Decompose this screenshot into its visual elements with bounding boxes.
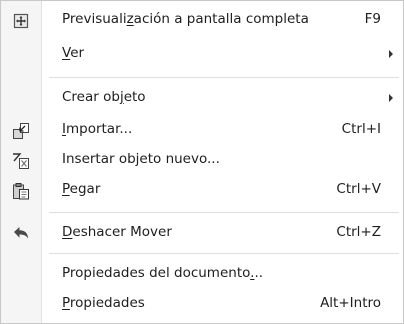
menu-item-label: Deshacer Mover	[62, 224, 172, 240]
insert-object-icon	[11, 151, 31, 171]
menu-item-view[interactable]: Ver	[1, 39, 403, 69]
submenu-arrow-icon	[389, 94, 393, 102]
context-menu: Previsualización a pantalla completa F9 …	[0, 0, 404, 324]
menu-item-label: Propiedades	[62, 295, 145, 311]
menu-item-label: Previsualización a pantalla completa	[62, 11, 309, 27]
menu-item-label: Crear objeto	[62, 89, 146, 105]
menu-item-label: Insertar objeto nuevo...	[62, 151, 220, 167]
menu-item-paste[interactable]: Pegar Ctrl+V	[1, 175, 403, 205]
menu-item-label: Importar...	[62, 121, 133, 137]
menu-item-full-screen-preview[interactable]: Previsualización a pantalla completa F9	[1, 5, 403, 35]
menu-item-label: Pegar	[62, 181, 101, 197]
menu-item-insert-new-object[interactable]: Insertar objeto nuevo...	[1, 145, 403, 175]
menu-item-label: Ver	[62, 45, 85, 61]
import-icon	[11, 121, 31, 141]
separator	[49, 212, 399, 213]
shortcut-label: F9	[364, 11, 381, 27]
menu-item-properties[interactable]: Propiedades Alt+Intro	[1, 289, 403, 319]
menu-item-undo-move[interactable]: Deshacer Mover Ctrl+Z	[1, 218, 403, 248]
separator	[49, 253, 399, 254]
shortcut-label: Ctrl+V	[336, 181, 381, 197]
undo-icon	[11, 224, 31, 244]
shortcut-label: Alt+Intro	[320, 295, 381, 311]
menu-item-label: Propiedades del documento...	[62, 265, 264, 281]
fullscreen-preview-icon	[11, 11, 31, 31]
shortcut-label: Ctrl+I	[341, 121, 381, 137]
submenu-arrow-icon	[389, 50, 393, 58]
menu-item-document-properties[interactable]: Propiedades del documento...	[1, 259, 403, 289]
shortcut-label: Ctrl+Z	[336, 224, 381, 240]
paste-icon	[11, 181, 31, 201]
menu-item-import[interactable]: Importar... Ctrl+I	[1, 115, 403, 145]
separator	[49, 77, 399, 78]
menu-item-create-object[interactable]: Crear objeto	[1, 83, 403, 113]
